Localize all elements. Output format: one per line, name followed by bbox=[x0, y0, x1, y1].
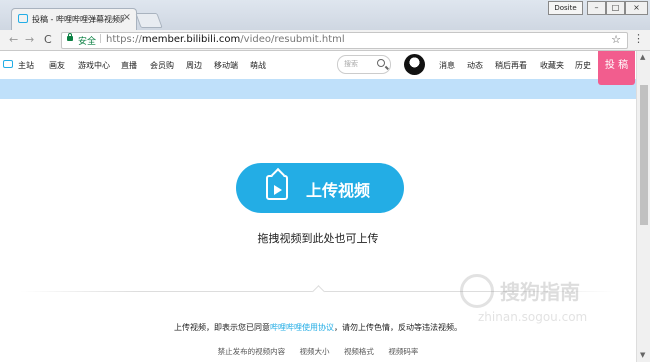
drag-drop-hint: 拖拽视频到此处也可上传 bbox=[257, 232, 379, 245]
nav-item-mengzhan[interactable]: 萌战 bbox=[250, 60, 266, 71]
minimize-button[interactable]: – bbox=[587, 1, 606, 15]
site-header: 主站 画友 游戏中心 直播 会员购 周边 移动端 萌战 搜索 消息 动态 稍后再… bbox=[0, 51, 636, 79]
upload-video-icon bbox=[266, 175, 288, 200]
nav-item-watch-later[interactable]: 稍后再看 bbox=[495, 60, 527, 71]
tab-close-icon[interactable]: × bbox=[123, 12, 131, 23]
nav-item-favorites[interactable]: 收藏夹 bbox=[540, 60, 564, 71]
nav-item-dynamics[interactable]: 动态 bbox=[467, 60, 483, 71]
nav-item-merch[interactable]: 周边 bbox=[186, 60, 202, 71]
tab-title: 投稿 - 哔哩哔哩弹幕视频网 bbox=[32, 15, 124, 24]
nav-item-history[interactable]: 历史 bbox=[575, 60, 591, 71]
url-scheme: https:// bbox=[106, 34, 142, 45]
upload-nav-button[interactable]: 投 稿 bbox=[598, 51, 635, 85]
secure-label: 安全 bbox=[78, 37, 97, 47]
header-banner bbox=[0, 79, 636, 99]
watermark-sub: zhinan.sogou.com bbox=[478, 310, 588, 324]
scrollbar-thumb[interactable] bbox=[640, 85, 648, 225]
maximize-button[interactable]: □ bbox=[606, 1, 625, 15]
search-icon[interactable] bbox=[377, 59, 385, 67]
nav-item-main[interactable]: 主站 bbox=[18, 60, 34, 71]
agreement-suffix: ，请勿上传色情，反动等违法视频。 bbox=[334, 323, 462, 332]
browser-tab[interactable]: 投稿 - 哔哩哔哩弹幕视频网 × bbox=[11, 8, 137, 31]
nav-item-messages[interactable]: 消息 bbox=[439, 60, 455, 71]
url-separator: | bbox=[99, 34, 103, 44]
link-video-size[interactable]: 视频大小 bbox=[300, 347, 330, 356]
nav-item-member-shop[interactable]: 会员购 bbox=[150, 60, 174, 71]
rules-links: 禁止发布的视频内容 视频大小 视频格式 视频码率 bbox=[0, 346, 636, 357]
link-video-bitrate[interactable]: 视频码率 bbox=[388, 347, 418, 356]
link-prohibited-content[interactable]: 禁止发布的视频内容 bbox=[218, 347, 286, 356]
link-video-format[interactable]: 视频格式 bbox=[344, 347, 374, 356]
browser-titlebar: 投稿 - 哔哩哔哩弹幕视频网 × Dosite – □ × bbox=[0, 0, 650, 31]
back-arrow-icon[interactable]: ← bbox=[9, 33, 18, 46]
profile-button[interactable]: Dosite bbox=[548, 1, 583, 15]
agreement-prefix: 上传视频，即表示您已同意 bbox=[174, 323, 270, 332]
nav-item-live[interactable]: 直播 bbox=[121, 60, 137, 71]
reload-icon[interactable]: C bbox=[44, 33, 52, 46]
upload-video-label: 上传视频 bbox=[306, 181, 371, 200]
search-input[interactable]: 搜索 bbox=[337, 55, 391, 74]
bilibili-tv-icon bbox=[3, 60, 13, 68]
url-host: member.bilibili.com bbox=[141, 34, 241, 45]
forward-arrow-icon[interactable]: → bbox=[25, 33, 34, 46]
play-icon bbox=[274, 185, 282, 195]
search-placeholder: 搜索 bbox=[344, 60, 358, 68]
address-toolbar: ← → C 安全 | https://member.bilibili.com/v… bbox=[0, 30, 650, 51]
divider-notch bbox=[312, 285, 325, 298]
upload-video-button[interactable]: 上传视频 bbox=[236, 163, 404, 213]
watermark-logo-icon bbox=[460, 274, 494, 308]
nav-item-mobile[interactable]: 移动端 bbox=[214, 60, 238, 71]
browser-menu-icon[interactable]: ⋮ bbox=[633, 32, 644, 45]
bookmark-star-icon[interactable]: ☆ bbox=[611, 33, 621, 46]
close-window-button[interactable]: × bbox=[625, 1, 648, 15]
scroll-down-icon[interactable]: ▼ bbox=[640, 351, 645, 359]
page-scrollbar[interactable]: ▲ ▼ bbox=[636, 51, 650, 362]
url-input[interactable]: 安全 | https://member.bilibili.com/video/r… bbox=[61, 32, 628, 49]
url-text: https://member.bilibili.com/video/resubm… bbox=[106, 34, 345, 45]
user-agreement-link[interactable]: 哔哩哔哩使用协议 bbox=[270, 323, 334, 332]
bilibili-tab-icon bbox=[18, 14, 28, 23]
sogou-watermark: 搜狗指南 zhinan.sogou.com bbox=[460, 270, 630, 330]
avatar[interactable] bbox=[404, 54, 425, 75]
scroll-up-icon[interactable]: ▲ bbox=[640, 53, 645, 61]
new-tab-button[interactable] bbox=[135, 13, 163, 28]
nav-item-game-center[interactable]: 游戏中心 bbox=[78, 60, 110, 71]
url-path: /video/resubmit.html bbox=[240, 34, 345, 45]
nav-item-huayou[interactable]: 画友 bbox=[49, 60, 65, 71]
lock-icon bbox=[67, 33, 73, 41]
watermark-text: 搜狗指南 bbox=[500, 280, 580, 304]
